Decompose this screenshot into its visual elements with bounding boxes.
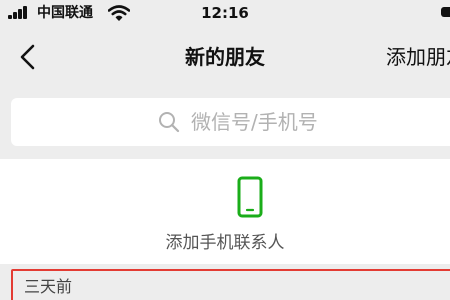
search-input[interactable]: 微信号/手机号 [11, 98, 450, 146]
search-placeholder: 微信号/手机号 [191, 110, 318, 134]
status-time: 12:16 [201, 4, 249, 22]
section-header-label: 三天前 [24, 277, 73, 296]
section-header: 三天前 [11, 269, 450, 300]
screen: 中国联通 12:16 新的朋友 添加朋友 微信号/手机号 添加手机联系人 [0, 0, 450, 300]
add-friend-button[interactable]: 添加朋友 [386, 43, 450, 71]
phone-icon [237, 176, 263, 218]
status-bar: 中国联通 12:16 [0, 0, 450, 30]
add-phone-contacts-button[interactable]: 添加手机联系人 [0, 159, 450, 264]
battery-icon [441, 7, 450, 17]
page-title: 新的朋友 [185, 45, 265, 69]
search-icon [159, 112, 180, 133]
add-phone-contacts-label: 添加手机联系人 [165, 233, 285, 253]
navigation-bar: 新的朋友 添加朋友 [0, 30, 450, 86]
